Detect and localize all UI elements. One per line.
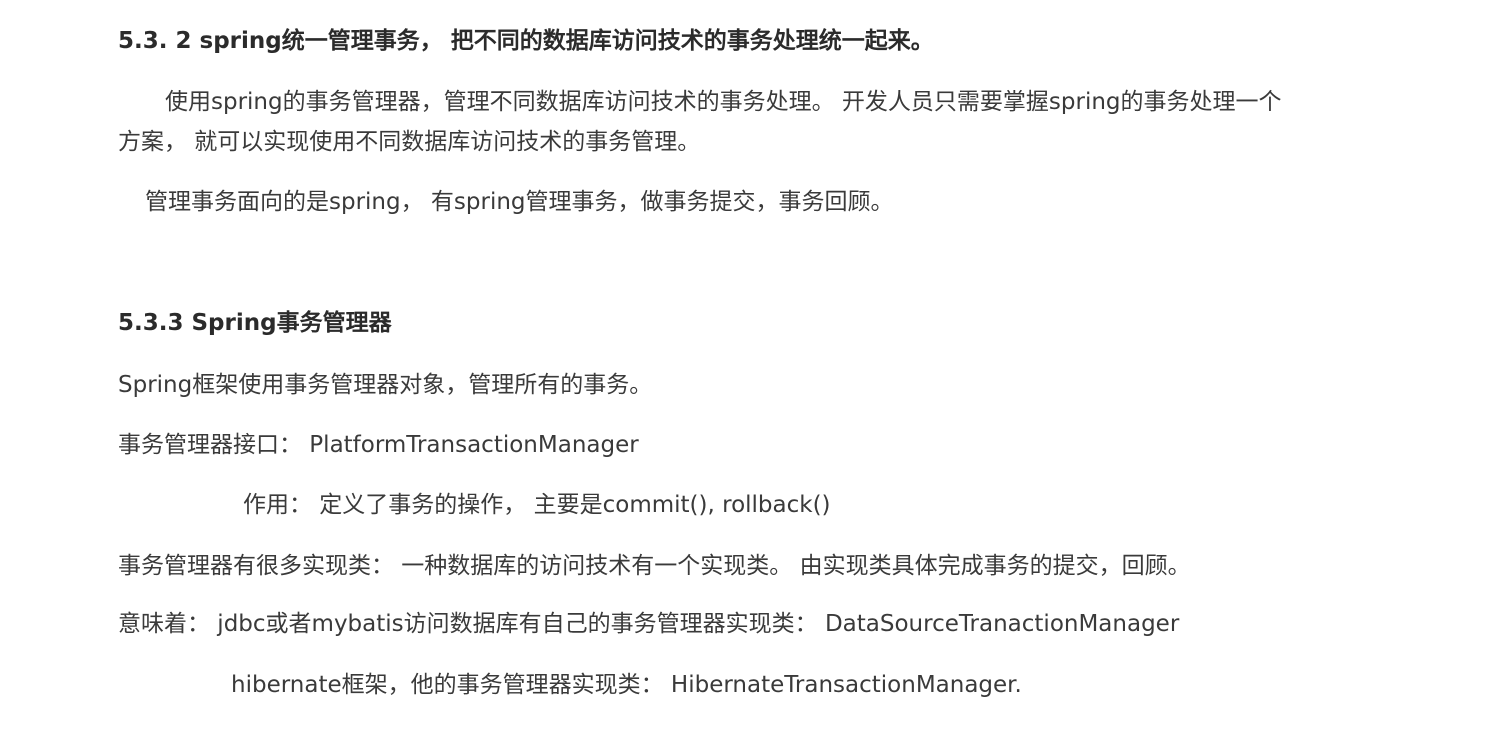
section-532-paragraph-1-line-2: 方案， 就可以实现使用不同数据库访问技术的事务管理。	[118, 129, 701, 155]
interface-purpose: 作用： 定义了事务的操作， 主要是commit(), rollback()	[243, 492, 831, 518]
implementation-classes-description: 事务管理器有很多实现类： 一种数据库的访问技术有一个实现类。 由实现类具体完成事…	[118, 553, 1191, 579]
section-532-paragraph-1-line-1: 使用spring的事务管理器，管理不同数据库访问技术的事务处理。 开发人员只需要…	[165, 89, 1282, 115]
spring-framework-description: Spring框架使用事务管理器对象，管理所有的事务。	[118, 372, 653, 398]
hibernate-implementation: hibernate框架，他的事务管理器实现类： HibernateTransac…	[231, 672, 1022, 698]
section-533-heading: 5.3.3 Spring事务管理器	[118, 310, 392, 336]
document-page: 5.3. 2 spring统一管理事务， 把不同的数据库访问技术的事务处理统一起…	[0, 0, 1492, 739]
section-532-paragraph-2: 管理事务面向的是spring， 有spring管理事务，做事务提交，事务回顾。	[145, 189, 894, 215]
section-532-heading: 5.3. 2 spring统一管理事务， 把不同的数据库访问技术的事务处理统一起…	[118, 28, 934, 54]
jdbc-mybatis-implementation: 意味着： jdbc或者mybatis访问数据库有自己的事务管理器实现类： Dat…	[118, 611, 1180, 637]
transaction-manager-interface: 事务管理器接口： PlatformTransactionManager	[118, 432, 639, 458]
